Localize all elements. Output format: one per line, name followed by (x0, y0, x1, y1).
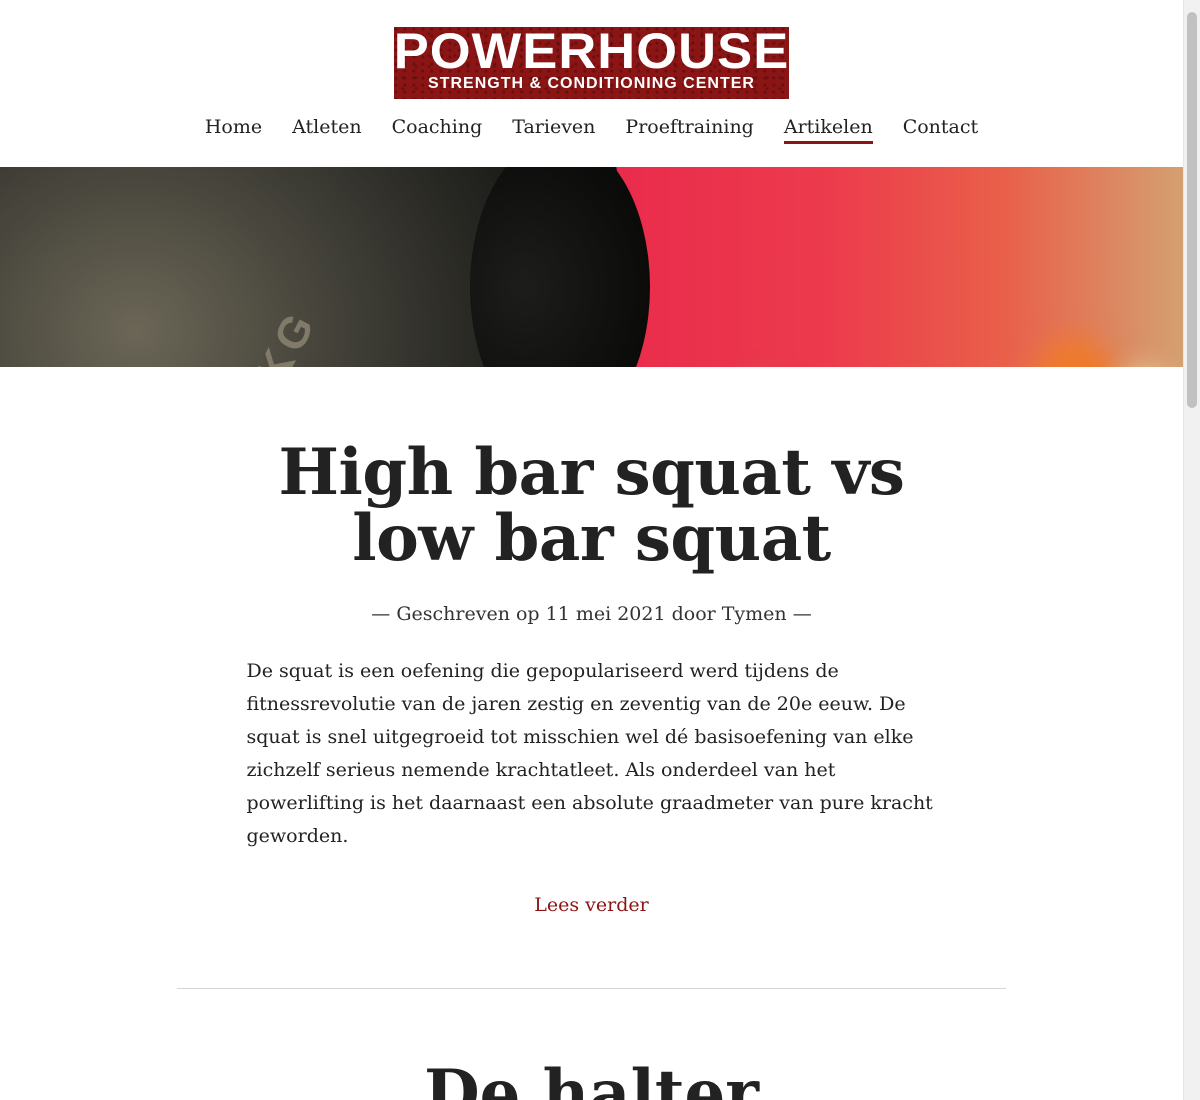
article-card: High bar squat vs low bar squat — Geschr… (237, 440, 947, 919)
site-logo[interactable]: POWERHOUSE STRENGTH & CONDITIONING CENTE… (394, 27, 789, 99)
scrollbar-thumb[interactable] (1187, 12, 1197, 408)
article-meta: — Geschreven op 11 mei 2021 door Tymen — (371, 603, 812, 625)
nav-item-coaching[interactable]: Coaching (377, 112, 498, 142)
article-title[interactable]: High bar squat vs low bar squat (237, 440, 947, 572)
logo-wordmark: POWERHOUSE (394, 27, 789, 79)
nav-item-atleten[interactable]: Atleten (277, 112, 376, 142)
article-card: De halter (237, 1059, 947, 1100)
page-scrollbar[interactable] (1183, 0, 1200, 1100)
page: POWERHOUSE STRENGTH & CONDITIONING CENTE… (0, 0, 1183, 1100)
article-list: High bar squat vs low bar squat — Geschr… (0, 367, 1183, 1100)
read-more-link[interactable]: Lees verder (534, 891, 648, 919)
main-nav: Home Atleten Coaching Tarieven Proeftrai… (0, 112, 1183, 144)
nav-item-proeftraining[interactable]: Proeftraining (610, 112, 768, 142)
nav-item-home[interactable]: Home (190, 112, 277, 142)
site-header: POWERHOUSE STRENGTH & CONDITIONING CENTE… (0, 0, 1183, 167)
nav-item-artikelen[interactable]: Artikelen (769, 112, 888, 144)
hero-banner-image: 20 KG (0, 167, 1183, 367)
nav-item-contact[interactable]: Contact (888, 112, 993, 142)
nav-item-tarieven[interactable]: Tarieven (497, 112, 610, 142)
article-divider (177, 988, 1006, 989)
article-excerpt: De squat is een oefening die gepopularis… (246, 660, 933, 847)
logo-tagline: STRENGTH & CONDITIONING CENTER (428, 75, 755, 92)
article-title[interactable]: De halter (237, 1059, 947, 1100)
weight-plate-rim (470, 167, 650, 367)
